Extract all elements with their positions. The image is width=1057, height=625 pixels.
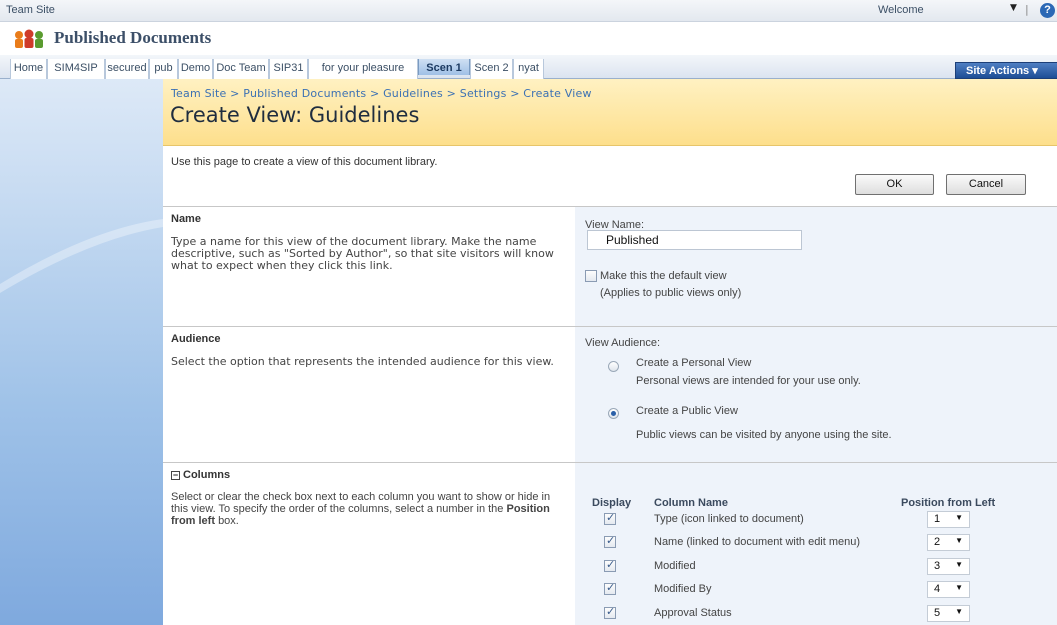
left-decoration (0, 79, 163, 625)
position-dropdown[interactable]: 5 ▼ (927, 605, 970, 622)
personal-view-label: Create a Personal View (636, 357, 752, 369)
main-content: Team Site > Published Documents > Guidel… (163, 79, 1057, 625)
tab-secured[interactable]: secured (105, 59, 149, 79)
welcome-menu[interactable]: Welcome (878, 4, 924, 16)
public-view-radio[interactable] (608, 408, 619, 419)
columns-desc-part1: Select or clear the check box next to ea… (171, 491, 551, 515)
brand-bar: Published Documents (0, 22, 1057, 55)
view-name-input[interactable]: Published (587, 230, 802, 250)
position-column-header: Position from Left (901, 497, 996, 509)
column-name-label: Name (linked to document with edit menu) (654, 536, 861, 548)
audience-section-description: Select the option that represents the in… (171, 355, 554, 368)
site-brand-title[interactable]: Published Documents (54, 28, 211, 48)
position-value: 1 (934, 513, 941, 525)
public-view-label: Create a Public View (636, 405, 738, 417)
column-display-checkbox[interactable] (604, 534, 616, 548)
position-dropdown[interactable]: 2 ▼ (927, 534, 970, 551)
column-name-label: Modified By (654, 583, 712, 595)
chevron-down-icon: ▼ (955, 560, 963, 569)
name-section-title: Name (171, 213, 201, 225)
default-view-label: Make this the default view (600, 270, 727, 282)
top-nav-tabs: Home SIM4SIP secured pub Demo Doc Team SIP31 fo… (0, 55, 1057, 79)
position-value: 4 (934, 583, 941, 595)
tab-demo[interactable]: Demo (178, 59, 213, 79)
column-display-checkbox[interactable] (604, 605, 616, 619)
position-dropdown[interactable]: 3 ▼ (927, 558, 970, 575)
audience-section-title: Audience (171, 333, 221, 345)
view-audience-label: View Audience: (585, 337, 661, 349)
position-value: 3 (934, 560, 941, 572)
chevron-down-icon: ▼ (955, 607, 963, 616)
help-icon[interactable]: ? (1040, 3, 1055, 18)
tab-doc-team[interactable]: Doc Team (213, 59, 269, 79)
columns-desc-part2: box. (218, 515, 239, 527)
left-decoration-swoosh (0, 219, 163, 293)
ok-button[interactable]: OK (855, 174, 934, 195)
breadcrumb[interactable]: Team Site > Published Documents > Guidel… (171, 87, 592, 100)
top-separator: | (1025, 3, 1029, 16)
chevron-down-icon: ▼ (955, 536, 963, 545)
tab-home[interactable]: Home (10, 59, 47, 79)
position-dropdown[interactable]: 4 ▼ (927, 581, 970, 598)
position-value: 2 (934, 536, 941, 548)
personal-view-description: Personal views are intended for your use… (636, 375, 861, 387)
column-name-label: Modified (654, 560, 696, 572)
default-view-note: (Applies to public views only) (600, 287, 742, 299)
chevron-down-icon: ▼ (955, 513, 963, 522)
intro-text: Use this page to create a view of this d… (171, 156, 438, 168)
column-display-checkbox[interactable] (604, 558, 616, 572)
tab-nyat[interactable]: nyat (513, 59, 544, 79)
tab-sim4sip[interactable]: SIM4SIP (47, 59, 105, 79)
site-title[interactable]: Team Site (6, 4, 55, 16)
tab-scen-2[interactable]: Scen 2 (470, 59, 513, 79)
collapse-columns-icon[interactable]: − (171, 470, 180, 480)
cancel-button[interactable]: Cancel (946, 174, 1026, 195)
column-display-checkbox[interactable] (604, 511, 616, 525)
columns-section-title: − Columns (171, 469, 230, 481)
tab-scen-1[interactable]: Scen 1 (418, 59, 470, 75)
name-section-description: Type a name for this view of the documen… (171, 235, 554, 272)
tab-for-your-pleasure[interactable]: for your pleasure (308, 59, 418, 79)
tab-sip31[interactable]: SIP31 (269, 59, 308, 79)
personal-view-radio[interactable] (608, 361, 619, 372)
position-dropdown[interactable]: 1 ▼ (927, 511, 970, 528)
columns-section-description: Select or clear the check box next to ea… (171, 491, 569, 527)
chevron-down-icon: ▼ (955, 583, 963, 592)
display-column-header: Display (592, 497, 632, 509)
column-display-checkbox[interactable] (604, 581, 616, 595)
column-name-label: Type (icon linked to document) (654, 513, 804, 525)
position-value: 5 (934, 607, 941, 619)
column-name-header: Column Name (654, 497, 728, 509)
site-actions-menu[interactable]: Site Actions ▾ (955, 62, 1057, 79)
people-logo-icon (15, 29, 43, 48)
top-bar: Team Site Welcome ▼ | ? (0, 0, 1057, 22)
column-name-label: Approval Status (654, 607, 732, 619)
page-header: Team Site > Published Documents > Guidel… (163, 79, 1057, 146)
public-view-description: Public views can be visited by anyone us… (636, 429, 892, 441)
tab-pub[interactable]: pub (149, 59, 178, 79)
welcome-dropdown-icon[interactable]: ▼ (1010, 3, 1017, 13)
default-view-checkbox[interactable] (585, 270, 597, 282)
columns-title-label: Columns (183, 469, 231, 481)
page-title: Create View: Guidelines (170, 103, 420, 127)
